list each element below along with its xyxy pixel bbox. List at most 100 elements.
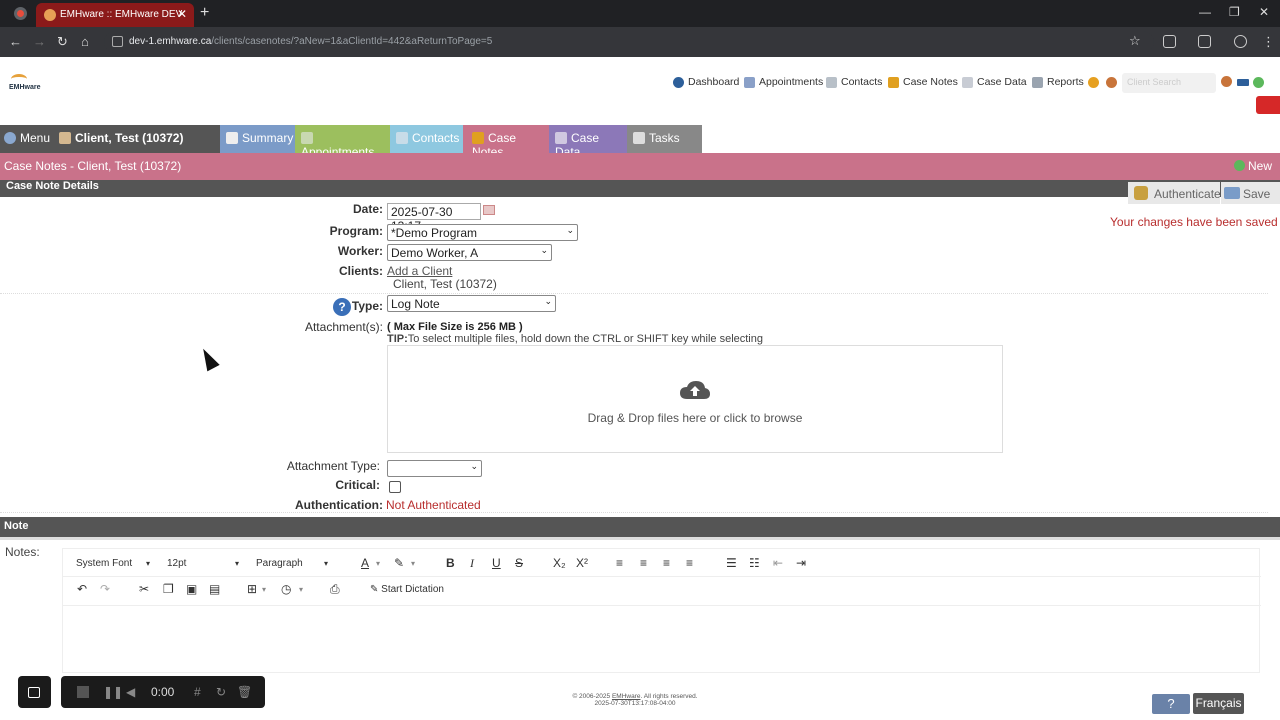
browser-tab[interactable]: EMHware :: EMHware DEV ✕ [36, 3, 194, 27]
restart-icon[interactable]: ↻ [216, 685, 226, 699]
redo-icon[interactable]: ↷ [100, 582, 110, 596]
paste-icon[interactable]: ▣ [186, 582, 197, 596]
tab-appointments[interactable]: Appointments [295, 125, 390, 159]
calendar-picker-icon[interactable] [483, 205, 495, 215]
menu-button[interactable]: Menu [0, 125, 53, 153]
tab-summary[interactable]: Summary [220, 125, 295, 153]
align-center-icon[interactable]: ≡ [640, 556, 647, 570]
numbered-list-icon[interactable]: ☷ [749, 556, 760, 570]
critical-checkbox[interactable] [389, 481, 401, 493]
user-icon[interactable] [1106, 77, 1117, 88]
undo-icon[interactable]: ↶ [77, 582, 87, 596]
chevron-down-icon[interactable]: ▾ [411, 559, 415, 568]
collapse-dropdown-icon[interactable] [1256, 96, 1280, 114]
align-left-icon[interactable]: ≡ [616, 556, 623, 570]
type-select[interactable]: Log Note ⌄ [387, 295, 556, 312]
tab-contacts[interactable]: Contacts [390, 125, 463, 153]
cut-icon[interactable]: ✂ [139, 582, 149, 596]
emhware-link[interactable]: EMHware [612, 693, 641, 700]
nav-contacts[interactable]: Contacts [826, 76, 882, 88]
nav-dashboard[interactable]: Dashboard [673, 76, 739, 88]
client-tab[interactable]: Client, Test (10372) [53, 125, 220, 153]
chevron-down-icon[interactable]: ▾ [262, 585, 266, 594]
clock-icon[interactable]: ◷ [281, 582, 291, 596]
paste-text-icon[interactable]: ▤ [209, 582, 220, 596]
camera-icon[interactable] [18, 676, 51, 708]
chevron-down-icon: ⌄ [540, 245, 548, 255]
profile-icon[interactable] [1234, 35, 1247, 48]
editor-body[interactable] [63, 605, 1261, 606]
worker-select[interactable]: Demo Worker, A ⌄ [387, 244, 552, 261]
bold-icon[interactable]: B [446, 556, 455, 570]
emhware-logo[interactable]: EMHware [9, 74, 41, 96]
footer: © 2006-2025 EMHware. All rights reserved… [535, 693, 735, 707]
save-button[interactable]: Save [1221, 182, 1280, 204]
nav-case-data[interactable]: Case Data [962, 76, 1027, 88]
cast-icon[interactable] [1198, 35, 1211, 48]
card-icon[interactable] [1237, 79, 1249, 86]
new-tab-icon[interactable]: + [200, 4, 209, 22]
block-format-value: Paragraph [256, 558, 303, 569]
underline-icon[interactable]: U [492, 556, 501, 570]
bullet-list-icon[interactable]: ☰ [726, 556, 737, 570]
rich-text-editor[interactable]: System Font ▾ 12pt ▾ Paragraph ▾ A ▾ ✎ ▾ B … [62, 548, 1261, 673]
site-info-icon[interactable] [112, 36, 123, 47]
chevron-down-icon[interactable]: ▾ [299, 585, 303, 594]
back-icon[interactable]: ← [9, 34, 22, 49]
italic-icon[interactable]: I [470, 556, 474, 571]
document-icon [962, 76, 973, 88]
subscript-icon[interactable]: X₂ [553, 556, 566, 570]
trash-icon[interactable]: 🗑 [237, 685, 252, 699]
extensions-icon[interactable] [1163, 35, 1176, 48]
indent-icon[interactable]: ⇥ [796, 556, 806, 570]
language-button[interactable]: Français [1193, 693, 1244, 714]
add-client-link[interactable]: Add a Client [387, 264, 452, 278]
start-dictation-button[interactable]: ✎ Start Dictation [370, 584, 444, 595]
nav-case-notes[interactable]: Case Notes [888, 76, 958, 88]
pause-icon[interactable]: ❚❚ [103, 685, 123, 699]
new-button[interactable]: New [1233, 159, 1272, 173]
address-bar[interactable]: dev-1.emhware.ca/clients/casenotes/?aNew… [104, 31, 1154, 53]
stop-icon[interactable] [77, 686, 89, 698]
align-right-icon[interactable]: ≡ [663, 556, 670, 570]
restore-icon[interactable]: ❐ [1229, 5, 1240, 19]
help-button[interactable]: ? [1152, 694, 1190, 714]
outdent-icon[interactable]: ⇤ [773, 556, 783, 570]
minimize-icon[interactable]: — [1199, 5, 1211, 19]
highlight-icon[interactable]: ✎ [394, 556, 404, 570]
forward-icon[interactable]: → [33, 34, 46, 49]
close-tab-icon[interactable]: ✕ [177, 7, 187, 21]
add-icon[interactable] [1253, 77, 1264, 88]
grid-icon[interactable]: # [194, 685, 201, 699]
reload-icon[interactable]: ↻ [57, 34, 68, 50]
tab-case-data[interactable]: Case Data [549, 125, 627, 159]
nav-reports[interactable]: Reports [1032, 76, 1084, 88]
superscript-icon[interactable]: X² [576, 556, 588, 570]
rewind-icon[interactable]: ◀ [126, 685, 135, 699]
close-window-icon[interactable]: ✕ [1259, 5, 1269, 19]
tab-case-notes[interactable]: Case Notes [463, 125, 549, 159]
file-dropzone[interactable]: Drag & Drop files here or click to brows… [387, 345, 1003, 453]
nav-appointments[interactable]: Appointments [744, 76, 823, 88]
program-select[interactable]: *Demo Program ⌄ [387, 224, 578, 241]
tab-tasks[interactable]: Tasks [627, 125, 702, 153]
strikethrough-icon[interactable]: S [515, 556, 523, 570]
font-family-select[interactable]: System Font ▾ [76, 558, 156, 569]
align-justify-icon[interactable]: ≡ [686, 556, 693, 570]
date-input[interactable]: 2025-07-30 13:17 [387, 203, 481, 233]
authenticate-button[interactable]: Authenticate [1128, 182, 1221, 204]
font-size-select[interactable]: 12pt ▾ [167, 558, 247, 569]
copy-icon[interactable]: ❐ [163, 582, 174, 596]
bookmark-star-icon[interactable]: ☆ [1129, 33, 1141, 49]
bell-icon[interactable] [1088, 77, 1099, 88]
settings-icon[interactable] [1221, 76, 1232, 87]
table-icon[interactable]: ⊞ [247, 582, 257, 596]
chevron-down-icon[interactable]: ▾ [376, 559, 380, 568]
block-format-select[interactable]: Paragraph ▾ [256, 558, 336, 569]
home-icon[interactable]: ⌂ [81, 34, 89, 49]
chrome-menu-icon[interactable]: ⋮ [1262, 34, 1275, 50]
client-search-input[interactable]: Client Search [1122, 73, 1216, 93]
print-icon[interactable]: ⎙ [330, 582, 340, 597]
attachment-type-select[interactable]: ⌄ [387, 460, 482, 477]
text-color-icon[interactable]: A [361, 556, 369, 570]
